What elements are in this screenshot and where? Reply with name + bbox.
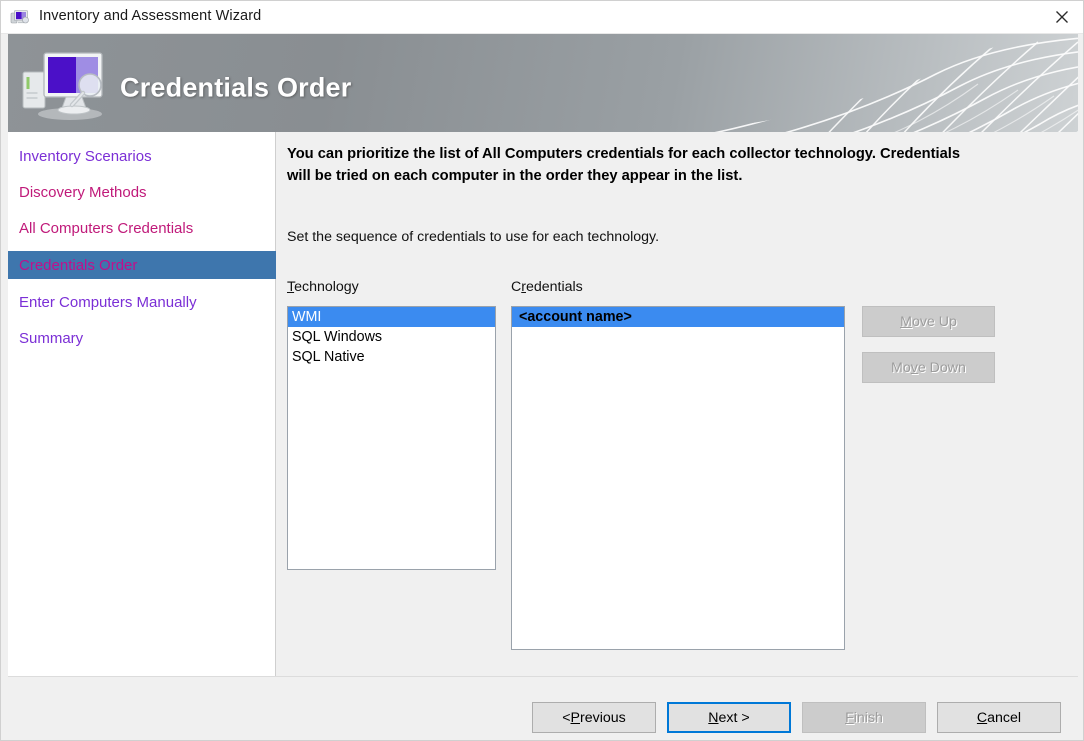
list-item[interactable]: WMI <box>288 307 495 327</box>
content-pane: You can prioritize the list of All Compu… <box>276 132 1078 735</box>
page-title: Credentials Order <box>120 72 352 103</box>
finish-accel: F <box>845 709 854 726</box>
move-up-button[interactable]: Move Up <box>862 306 995 337</box>
cancel-button[interactable]: Cancel <box>937 702 1061 733</box>
cancel-rest: ancel <box>987 709 1022 726</box>
window-title: Inventory and Assessment Wizard <box>39 8 262 24</box>
technology-label: Technology <box>287 279 359 295</box>
previous-accel: P <box>570 709 580 726</box>
list-item[interactable]: <account name> <box>512 307 844 327</box>
move-up-rest: ove Up <box>911 313 957 330</box>
move-down-pre: Mo <box>891 359 911 376</box>
footer-bar: < Previous Next > Finish Cancel <box>8 677 1078 735</box>
move-down-rest: e Down <box>917 359 966 376</box>
intro-instruction: Set the sequence of credentials to use f… <box>287 229 660 245</box>
wizard-sidebar: Inventory Scenarios Discovery Methods Al… <box>8 132 281 735</box>
finish-button[interactable]: Finish <box>802 702 926 733</box>
move-down-button[interactable]: Mo v e Down <box>862 352 995 383</box>
previous-button[interactable]: < Previous <box>532 702 656 733</box>
sidebar-item-discovery-methods[interactable]: Discovery Methods <box>8 178 281 206</box>
previous-pre: < <box>562 709 571 726</box>
close-icon[interactable] <box>1039 1 1083 32</box>
sidebar-item-label: Enter Computers Manually <box>19 293 197 311</box>
banner-computer-icon <box>20 44 112 122</box>
finish-rest: inish <box>853 709 883 726</box>
sidebar-item-inventory-scenarios[interactable]: Inventory Scenarios <box>8 142 281 170</box>
sidebar-item-label: Summary <box>19 329 84 347</box>
header-banner: Credentials Order <box>8 34 1078 132</box>
credentials-label-rest: edentials <box>525 279 583 295</box>
cancel-accel: C <box>976 709 988 726</box>
list-item[interactable]: SQL Native <box>288 347 495 367</box>
credentials-label-pre: C <box>511 279 522 295</box>
move-down-accel: v <box>910 359 918 376</box>
banner-mesh-decoration <box>648 34 1078 132</box>
sidebar-item-enter-computers-manually[interactable]: Enter Computers Manually <box>8 288 281 316</box>
technology-listbox[interactable]: WMI SQL Windows SQL Native <box>287 306 496 570</box>
sidebar-item-summary[interactable]: Summary <box>8 324 281 352</box>
sidebar-item-credentials-order[interactable]: Credentials Order <box>8 251 281 279</box>
app-icon <box>10 7 30 27</box>
sidebar-item-label: Discovery Methods <box>19 183 147 201</box>
intro-description: You can prioritize the list of All Compu… <box>287 146 961 184</box>
list-item[interactable]: SQL Windows <box>288 327 495 347</box>
move-up-accel: M <box>900 313 912 330</box>
sidebar-item-label: Credentials Order <box>19 256 138 274</box>
sidebar-item-all-computers-credentials[interactable]: All Computers Credentials <box>8 214 281 242</box>
next-rest: ext > <box>718 709 750 726</box>
credentials-label: Credentials <box>511 279 583 295</box>
next-accel: N <box>708 709 719 726</box>
title-bar: Inventory and Assessment Wizard <box>1 1 1083 34</box>
previous-rest: revious <box>580 709 626 726</box>
wizard-window: Inventory and Assessment Wizard Credenti… <box>0 0 1084 741</box>
credentials-listbox[interactable]: <account name> <box>511 306 845 650</box>
next-button[interactable]: Next > <box>667 702 791 733</box>
sidebar-item-label: All Computers Credentials <box>19 219 194 237</box>
technology-label-rest: echnology <box>294 279 359 295</box>
sidebar-item-label: Inventory Scenarios <box>19 147 152 165</box>
